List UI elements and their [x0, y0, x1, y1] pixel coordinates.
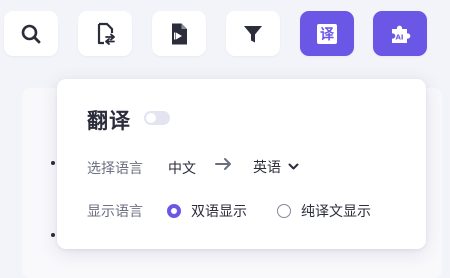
radio-dot	[277, 204, 291, 218]
toggle-knob	[146, 113, 156, 123]
svg-text:译: 译	[320, 27, 335, 43]
list-bullet	[51, 233, 55, 237]
ai-plugin-button[interactable]: AI	[373, 11, 427, 56]
file-play-button[interactable]	[152, 11, 206, 56]
ai-puzzle-icon: AI	[392, 25, 411, 43]
target-language-dropdown[interactable]: 英语	[253, 157, 299, 177]
file-play-icon	[172, 23, 187, 44]
search-icon	[21, 24, 41, 43]
radio-translation-only-label: 纯译文显示	[301, 204, 371, 220]
radio-bilingual[interactable]: 双语显示	[167, 201, 247, 221]
display-language-label: 显示语言	[87, 204, 143, 220]
translate-button[interactable]: 译	[300, 11, 354, 56]
svg-text:AI: AI	[395, 33, 403, 41]
document-swap-icon	[97, 22, 115, 45]
source-language: 中文	[168, 161, 196, 177]
select-language-label: 选择语言	[87, 161, 143, 177]
arrow-right-icon	[215, 158, 231, 170]
document-convert-button[interactable]	[78, 11, 132, 56]
radio-bilingual-label: 双语显示	[191, 204, 247, 220]
search-button[interactable]	[4, 11, 58, 56]
radio-dot	[167, 204, 181, 218]
translate-icon: 译	[317, 23, 337, 44]
popover-title: 翻译	[87, 109, 131, 133]
filter-button[interactable]	[226, 11, 280, 56]
translate-toggle[interactable]	[144, 111, 170, 125]
list-bullet	[51, 161, 55, 165]
chevron-down-icon	[288, 163, 299, 170]
radio-translation-only[interactable]: 纯译文显示	[277, 201, 371, 221]
toolbar: 译 AI	[0, 0, 450, 66]
target-language: 英语	[253, 160, 281, 176]
translate-popover: 翻译 选择语言 中文 英语 显示语言 双语显示 纯译文显示	[57, 79, 426, 249]
filter-icon	[244, 25, 262, 42]
